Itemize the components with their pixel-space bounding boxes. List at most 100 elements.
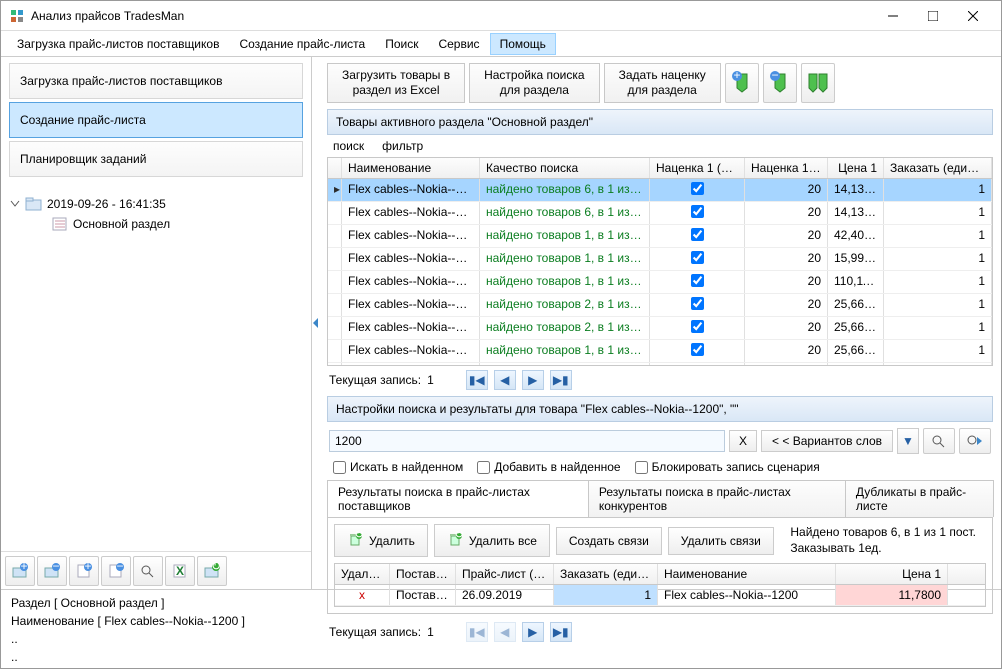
mcol-price[interactable]: Цена 1	[836, 564, 948, 584]
mcol-supplier[interactable]: Поставщик	[390, 564, 456, 584]
minimize-button[interactable]	[873, 2, 913, 30]
word-variants-button[interactable]: < < Вариантов слов	[761, 430, 893, 452]
nav-scheduler[interactable]: Планировщик заданий	[9, 141, 303, 177]
markup-toggle[interactable]	[691, 320, 704, 333]
mcol-date[interactable]: Прайс-лист (дата)	[456, 564, 554, 584]
delete-all-button[interactable]: ↻Удалить все	[434, 524, 550, 557]
recnav-value: 1	[427, 373, 434, 387]
main-toolbar: Загрузить товары враздел из Excel Настро…	[319, 57, 1001, 107]
filter-search-label[interactable]: поиск	[333, 139, 364, 153]
col-markup1-pct[interactable]: Наценка 1 (%)	[745, 158, 828, 178]
recnav2-value: 1	[427, 625, 434, 639]
remove-sheet-button[interactable]: −	[101, 556, 131, 586]
nav-next-button[interactable]: ▶	[522, 370, 544, 390]
markup-toggle[interactable]	[691, 205, 704, 218]
filter-filter-label[interactable]: фильтр	[382, 139, 423, 153]
nav-first-button[interactable]: ▮◀	[466, 370, 488, 390]
tree-node-root[interactable]: 2019-09-26 - 16:41:35	[7, 194, 305, 214]
tag-remove-green-button[interactable]: −	[763, 63, 797, 103]
maximize-button[interactable]	[913, 2, 953, 30]
table-row[interactable]: Flex cables--Nokia--1200найдено товаров …	[328, 202, 992, 225]
trash-icon: ↻	[347, 531, 363, 550]
menu-service[interactable]: Сервис	[428, 33, 489, 55]
refresh-tree-button[interactable]: ↻	[197, 556, 227, 586]
nav-prev-button[interactable]: ◀	[494, 370, 516, 390]
status-l4: ..	[11, 648, 991, 666]
run-search-play-button[interactable]	[959, 428, 991, 454]
col-markup1-toggle[interactable]: Наценка 1 (вкл./вы	[650, 158, 745, 178]
table-row[interactable]: Flex cables--Nokia--2255найдено товаров …	[328, 294, 992, 317]
nav-load-pricelists[interactable]: Загрузка прайс-листов поставщиков	[9, 63, 303, 99]
tab-supplier-results[interactable]: Результаты поиска в прайс-листах поставщ…	[327, 480, 589, 517]
results-tabs: Результаты поиска в прайс-листах поставщ…	[327, 480, 993, 517]
nav2-prev-button[interactable]: ◀	[494, 622, 516, 642]
table-row[interactable]: ▸Flex cables--Nokia--1200найдено товаров…	[328, 179, 992, 202]
markup-toggle[interactable]	[691, 274, 704, 287]
products-grid[interactable]: Наименование Качество поиска Наценка 1 (…	[327, 157, 993, 366]
menu-help[interactable]: Помощь	[490, 33, 556, 55]
results-row[interactable]: x Поставщик 26.09.2019 1 Flex cables--No…	[335, 585, 985, 606]
row-delete-mark[interactable]: x	[335, 585, 390, 605]
menu-create[interactable]: Создание прайс-листа	[229, 33, 375, 55]
tab-duplicates[interactable]: Дубликаты в прайс-листе	[845, 480, 994, 517]
clear-search-button[interactable]: X	[729, 430, 757, 452]
record-nav-top: Текущая запись: 1 ▮◀ ◀ ▶ ▶▮	[319, 366, 1001, 394]
table-row[interactable]: Flex cables--Nokia--2630найдено товаров …	[328, 363, 992, 365]
delete-button[interactable]: ↻Удалить	[334, 524, 428, 557]
mcol-delete[interactable]: Удалить	[335, 564, 390, 584]
svg-text:+: +	[733, 70, 740, 82]
remove-folder-button[interactable]: −	[37, 556, 67, 586]
nav2-next-button[interactable]: ▶	[522, 622, 544, 642]
check-search-in-found[interactable]: Искать в найденном	[333, 460, 463, 474]
check-block-script[interactable]: Блокировать запись сценария	[635, 460, 820, 474]
tree-collapse-icon[interactable]	[9, 197, 21, 211]
close-button[interactable]	[953, 2, 993, 30]
mcol-order[interactable]: Заказать (единиц)	[554, 564, 658, 584]
markup-toggle[interactable]	[691, 297, 704, 310]
markup-toggle[interactable]	[691, 228, 704, 241]
nav2-last-button[interactable]: ▶▮	[550, 622, 572, 642]
table-row[interactable]: Flex cables--Nokia--2255найдено товаров …	[328, 317, 992, 340]
tag-pair-green-button[interactable]	[801, 63, 835, 103]
splitter-handle[interactable]	[312, 57, 319, 589]
nav2-first-button[interactable]: ▮◀	[466, 622, 488, 642]
right-pane: Загрузить товары враздел из Excel Настро…	[319, 57, 1001, 589]
search-button[interactable]	[133, 556, 163, 586]
sheet-icon	[51, 216, 69, 232]
delete-links-button[interactable]: Удалить связи	[668, 527, 774, 555]
section-tree[interactable]: 2019-09-26 - 16:41:35 Основной раздел	[1, 186, 311, 551]
markup-toggle[interactable]	[691, 251, 704, 264]
search-input[interactable]	[329, 430, 725, 452]
dropdown-button[interactable]: ▼	[897, 428, 919, 454]
table-row[interactable]: Flex cables--Nokia--2600Cнайдено товаров…	[328, 340, 992, 363]
mcol-name[interactable]: Наименование	[658, 564, 836, 584]
col-price1[interactable]: Цена 1	[828, 158, 884, 178]
col-quality[interactable]: Качество поиска	[480, 158, 650, 178]
markup-toggle[interactable]	[691, 182, 704, 195]
col-order-qty[interactable]: Заказать (единиц)	[884, 158, 992, 178]
table-row[interactable]: Flex cables--Nokia--1650найдено товаров …	[328, 248, 992, 271]
menu-load[interactable]: Загрузка прайс-листов поставщиков	[7, 33, 229, 55]
check-add-to-found[interactable]: Добавить в найденное	[477, 460, 620, 474]
search-config-button[interactable]: Настройка поискадля раздела	[469, 63, 599, 103]
results-grid[interactable]: Удалить Поставщик Прайс-лист (дата) Зака…	[334, 563, 986, 607]
table-row[interactable]: Flex cables--Nokia--1606найдено товаров …	[328, 225, 992, 248]
tab-competitor-results[interactable]: Результаты поиска в прайс-листах конкуре…	[588, 480, 846, 517]
col-name[interactable]: Наименование	[342, 158, 480, 178]
add-sheet-button[interactable]: +	[69, 556, 99, 586]
record-nav-bottom: Текущая запись: 1 ▮◀ ◀ ▶ ▶▮	[319, 618, 1001, 646]
nav-last-button[interactable]: ▶▮	[550, 370, 572, 390]
run-search-button[interactable]	[923, 428, 955, 454]
create-links-button[interactable]: Создать связи	[556, 527, 662, 555]
table-row[interactable]: Flex cables--Nokia--2220найдено товаров …	[328, 271, 992, 294]
folder-icon	[25, 196, 43, 212]
export-excel-button[interactable]: X	[165, 556, 195, 586]
set-markup-button[interactable]: Задать наценкудля раздела	[604, 63, 721, 103]
markup-toggle[interactable]	[691, 343, 704, 356]
add-folder-button[interactable]: +	[5, 556, 35, 586]
tree-node-child[interactable]: Основной раздел	[7, 214, 305, 234]
load-from-excel-button[interactable]: Загрузить товары враздел из Excel	[327, 63, 465, 103]
nav-create-pricelist[interactable]: Создание прайс-листа	[9, 102, 303, 138]
tag-add-green-button[interactable]: +	[725, 63, 759, 103]
menu-search[interactable]: Поиск	[375, 33, 428, 55]
